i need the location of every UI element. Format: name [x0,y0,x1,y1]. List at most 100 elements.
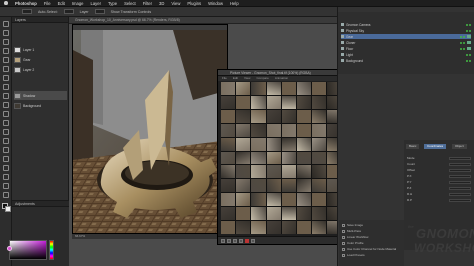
object-row[interactable]: Gnomon Camera [341,22,471,27]
attribute-field[interactable] [449,198,471,202]
zoom-icon[interactable] [251,238,255,243]
render-thumbnail[interactable] [281,221,296,234]
render-thumbnail[interactable] [266,82,281,95]
material-tag-icon[interactable] [467,47,471,50]
render-thumbnail[interactable] [221,137,236,151]
render-thumbnail[interactable] [281,207,296,221]
crop-tool-icon[interactable] [3,57,9,63]
render-thumbnail[interactable] [266,151,281,165]
render-thumbnail[interactable] [312,123,327,137]
prev-frame-icon[interactable] [227,238,231,243]
render-thumbnail[interactable] [281,95,296,109]
render-thumbnail[interactable] [281,123,296,137]
render-thumbnail[interactable] [312,137,327,151]
canvas-window[interactable] [72,24,228,234]
render-thumbnail[interactable] [236,109,251,123]
render-thumbnail[interactable] [251,82,266,95]
attribute-field[interactable] [449,186,471,190]
viewer-menu-view[interactable]: View [244,76,250,81]
render-thumbnail[interactable] [296,165,311,179]
setting-row[interactable]: Load Presets [342,253,402,257]
render-thumbnail[interactable] [296,95,311,109]
render-thumbnail[interactable] [251,207,266,221]
gradient-tool-icon[interactable] [3,120,9,126]
render-thumbnail[interactable] [221,95,236,109]
viewer-menu-edit[interactable]: Edit [233,76,238,81]
render-thumbnail[interactable] [281,109,296,123]
menu-window[interactable]: Window [208,1,223,6]
lasso-tool-icon[interactable] [3,39,9,45]
setting-checkbox[interactable] [342,229,345,233]
layers-panel-title[interactable]: Layers [12,17,68,23]
render-thumbnail[interactable] [281,179,296,193]
render-thumbnail[interactable] [236,165,251,179]
render-thumbnail[interactable] [221,165,236,179]
render-thumbnail[interactable] [281,82,296,95]
attribute-row[interactable]: P.Y [407,180,471,184]
pen-tool-icon[interactable] [3,147,9,153]
zoom-tool-icon[interactable] [3,192,9,198]
attribute-field[interactable] [449,192,471,196]
render-thumbnail[interactable] [296,207,311,221]
next-frame-icon[interactable] [239,238,243,243]
attribute-field[interactable] [449,168,471,172]
setting-checkbox[interactable] [342,247,345,251]
attribute-row[interactable]: P.X [407,174,471,178]
render-thumbnail[interactable] [251,221,266,234]
render-thumbnail[interactable] [312,109,327,123]
render-thumbnail[interactable] [266,221,281,234]
marquee-tool-icon[interactable] [3,30,9,36]
menu-edit[interactable]: Edit [58,1,65,6]
auto-select-checkbox[interactable] [22,9,32,14]
menu-file[interactable]: File [44,1,51,6]
attribute-field[interactable] [449,174,471,178]
render-thumbnail[interactable] [251,123,266,137]
menu-filter[interactable]: Filter [143,1,152,6]
render-thumbnail[interactable] [221,207,236,221]
layer-row[interactable]: Layer 2 [14,65,67,74]
setting-checkbox[interactable] [342,241,345,245]
render-thumbnail[interactable] [251,179,266,193]
attribute-field[interactable] [449,180,471,184]
render-thumbnail[interactable] [312,193,327,207]
eyedropper-tool-icon[interactable] [3,66,9,72]
background-color-swatch[interactable] [5,206,11,212]
render-thumbnail[interactable] [236,137,251,151]
render-thumbnail[interactable] [236,193,251,207]
transform-controls-checkbox[interactable] [94,9,105,14]
color-picker-field[interactable] [9,240,47,260]
render-thumbnail[interactable] [221,221,236,234]
render-thumbnail[interactable] [312,151,327,165]
healing-tool-icon[interactable] [3,75,9,81]
move-tool-icon[interactable] [3,21,9,27]
blur-tool-icon[interactable] [3,129,9,135]
render-thumbnail[interactable] [266,207,281,221]
setting-row[interactable]: Save Image [342,223,402,227]
render-thumbnail[interactable] [221,109,236,123]
render-thumbnail[interactable] [221,151,236,165]
setting-row[interactable]: Linear Workflow [342,235,402,239]
render-thumbnail[interactable] [266,123,281,137]
render-thumbnail[interactable] [266,95,281,109]
render-thumbnail[interactable] [312,165,327,179]
material-tag-icon[interactable] [467,35,471,38]
menu-image[interactable]: Image [72,1,84,6]
menu-app[interactable]: Photoshop [15,1,37,6]
hue-slider[interactable] [49,240,54,260]
render-thumbnail[interactable] [296,221,311,234]
object-row[interactable]: Cloner [341,40,471,45]
menu-3d[interactable]: 3D [159,1,164,6]
viewer-menu-file[interactable]: File [222,76,227,81]
attribute-field[interactable] [449,162,471,166]
render-thumbnail[interactable] [266,109,281,123]
tab-object[interactable]: Object [452,144,467,149]
layer-row-selected[interactable]: Shadow [14,91,67,100]
render-thumbnail[interactable] [296,179,311,193]
record-icon[interactable] [245,238,249,243]
layer-row[interactable]: Gear [14,55,67,64]
render-thumbnail[interactable] [251,109,266,123]
render-thumbnail[interactable] [296,137,311,151]
document-tab[interactable]: Gnomon_Workshop_10_Anniversary.psd @ 66.… [69,17,337,24]
menu-select[interactable]: Select [124,1,136,6]
object-row-selected[interactable]: Gear [341,34,471,39]
